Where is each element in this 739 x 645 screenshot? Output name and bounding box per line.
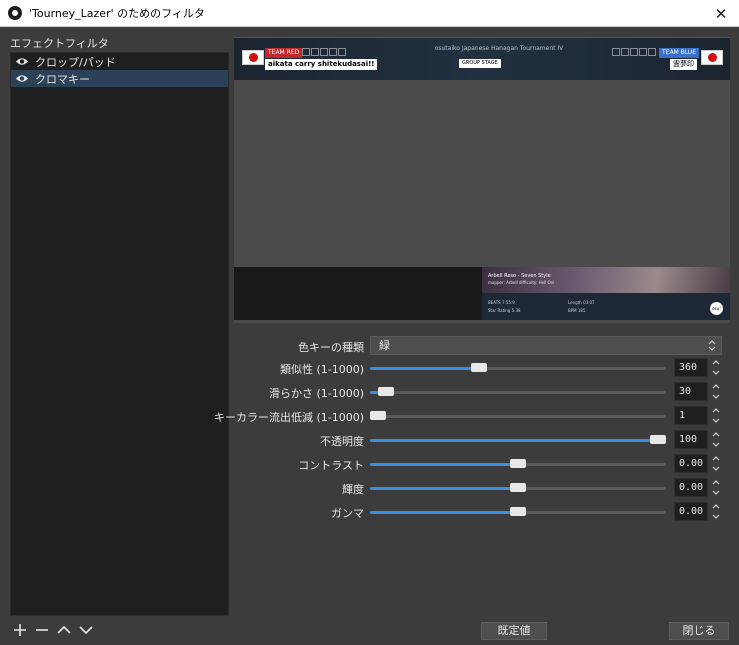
increment-icon[interactable] <box>710 406 722 415</box>
slider-handle[interactable] <box>370 411 386 420</box>
eye-icon[interactable] <box>15 57 29 66</box>
key-type-value: 緑 <box>379 339 390 352</box>
opacity-slider[interactable] <box>370 435 666 444</box>
brightness-spinbox[interactable]: 0.00 <box>674 478 708 497</box>
chat-area <box>234 267 482 320</box>
title-bar: 'Tourney_Lazer' のためのフィルタ ✕ <box>0 0 739 27</box>
decrement-icon[interactable] <box>710 440 722 449</box>
tournament-hud-top: TEAM RED aikata carry shitekudasai!! osu… <box>234 38 730 80</box>
spill-reduction-slider[interactable] <box>370 411 666 420</box>
smoothness-spinbox[interactable]: 30 <box>674 382 708 401</box>
slider-handle[interactable] <box>510 507 526 516</box>
filter-toolbar <box>12 622 94 638</box>
obs-app-icon <box>8 6 22 20</box>
similarity-row: 類似性 (1-1000) 360 <box>234 358 730 378</box>
close-button[interactable]: 閉じる <box>669 622 729 640</box>
add-icon[interactable] <box>12 622 28 638</box>
slider-handle[interactable] <box>510 483 526 492</box>
song-banner: Arbell Reso - Seven Style mapper: Arbell… <box>482 267 730 293</box>
move-down-icon[interactable] <box>78 622 94 638</box>
stage-label: GROUP STAGE <box>459 59 501 68</box>
decrement-icon[interactable] <box>710 416 722 425</box>
song-stat: Star Rating 5.38 <box>488 308 521 313</box>
opacity-label: 不透明度 <box>320 435 364 448</box>
red-score-boxes <box>302 48 346 56</box>
song-title: Arbell Reso - Seven Style <box>488 273 551 279</box>
effect-filters-label: エフェクトフィルタ <box>10 37 109 50</box>
song-stat: Length 03:07 <box>568 300 595 305</box>
close-window-button[interactable]: ✕ <box>703 0 739 27</box>
key-type-row: 色キーの種類 緑 <box>234 336 730 356</box>
key-type-select[interactable]: 緑 <box>370 336 722 355</box>
increment-icon[interactable] <box>710 382 722 391</box>
increment-icon[interactable] <box>710 430 722 439</box>
opacity-spinbox[interactable]: 100 <box>674 430 708 449</box>
gamma-spinbox[interactable]: 0.00 <box>674 502 708 521</box>
song-stat: BPM 185 <box>568 308 586 313</box>
brightness-label: 輝度 <box>342 483 364 496</box>
smoothness-slider[interactable] <box>370 387 666 396</box>
slider-handle[interactable] <box>470 363 487 372</box>
red-player-name: aikata carry shitekudasai!! <box>265 59 378 70</box>
slider-handle[interactable] <box>510 459 526 468</box>
chevron-up-down-icon <box>708 340 716 351</box>
increment-icon[interactable] <box>710 502 722 511</box>
team-blue-tag: TEAM BLUE <box>659 48 699 58</box>
contrast-slider[interactable] <box>370 459 666 468</box>
team-red-tag: TEAM RED <box>265 48 303 58</box>
spill-reduction-row: キーカラー流出低減 (1-1000) 1 <box>214 406 730 426</box>
contrast-spinbox[interactable]: 0.00 <box>674 454 708 473</box>
eye-icon[interactable] <box>15 74 29 83</box>
gamma-label: ガンマ <box>331 507 364 520</box>
filter-item-crop-pad[interactable]: クロップ/パッド <box>11 53 228 70</box>
slider-handle[interactable] <box>650 435 666 444</box>
tournament-title: osutaiko Japanese Hanagan Tournament IV <box>434 45 564 52</box>
increment-icon[interactable] <box>710 358 722 367</box>
song-meta: mapper: Arbell difficulty: Hell Oni <box>488 280 555 285</box>
blue-score-boxes <box>612 48 656 56</box>
osu-logo: osu! <box>710 302 723 315</box>
smoothness-row: 滑らかさ (1-1000) 30 <box>234 382 730 402</box>
blue-player-name: 霊夢印 <box>670 59 697 70</box>
remove-icon[interactable] <box>34 622 50 638</box>
increment-icon[interactable] <box>710 454 722 463</box>
slider-handle[interactable] <box>378 387 395 396</box>
brightness-row: 輝度 0.00 <box>234 478 730 498</box>
smoothness-label: 滑らかさ (1-1000) <box>268 387 364 400</box>
gamma-row: ガンマ 0.00 <box>234 502 730 522</box>
window-title: 'Tourney_Lazer' のためのフィルタ <box>29 7 205 20</box>
similarity-spinbox[interactable]: 360 <box>674 358 708 377</box>
opacity-row: 不透明度 100 <box>234 430 730 450</box>
gamma-slider[interactable] <box>370 507 666 516</box>
key-type-label: 色キーの種類 <box>298 341 364 354</box>
filter-list[interactable]: クロップ/パッド クロマキー <box>10 52 229 616</box>
song-stat: BEATS 7:55:9 <box>488 300 515 305</box>
decrement-icon[interactable] <box>710 512 722 521</box>
increment-icon[interactable] <box>710 478 722 487</box>
contrast-row: コントラスト 0.00 <box>234 454 730 474</box>
brightness-slider[interactable] <box>370 483 666 492</box>
filter-item-chroma-key[interactable]: クロマキー <box>11 70 228 87</box>
decrement-icon[interactable] <box>710 368 722 377</box>
similarity-slider[interactable] <box>370 363 666 372</box>
decrement-icon[interactable] <box>710 464 722 473</box>
filter-preview: TEAM RED aikata carry shitekudasai!! osu… <box>234 37 730 323</box>
filter-item-label: クロップ/パッド <box>35 55 116 69</box>
defaults-button[interactable]: 既定値 <box>481 622 547 640</box>
decrement-icon[interactable] <box>710 392 722 401</box>
japan-flag-icon <box>242 50 264 65</box>
spill-reduction-label: キーカラー流出低減 (1-1000) <box>213 411 364 424</box>
similarity-label: 類似性 (1-1000) <box>279 363 364 376</box>
contrast-label: コントラスト <box>298 459 364 472</box>
spill-reduction-spinbox[interactable]: 1 <box>674 406 708 425</box>
decrement-icon[interactable] <box>710 488 722 497</box>
filter-item-label: クロマキー <box>35 72 90 86</box>
japan-flag-icon <box>701 50 723 65</box>
song-info-panel: Arbell Reso - Seven Style mapper: Arbell… <box>482 267 730 320</box>
move-up-icon[interactable] <box>56 622 72 638</box>
